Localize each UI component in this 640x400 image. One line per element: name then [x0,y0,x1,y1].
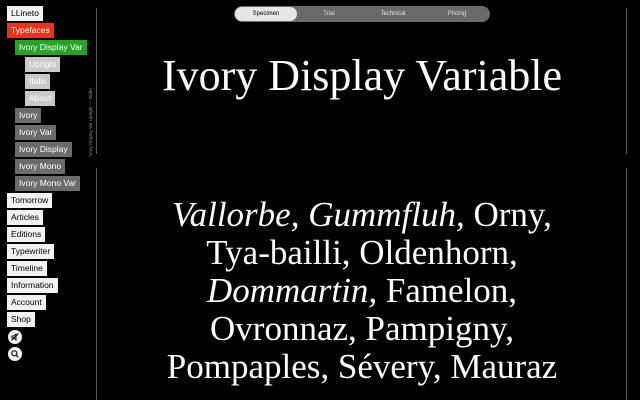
right-divider-bottom [626,168,627,400]
nav-item-editions[interactable]: Editions [7,227,46,242]
specimen-segment: Pompaples, Sévery, Mauraz [166,347,558,386]
specimen-segment: Dommartin, [206,271,378,310]
nav-item-llineto[interactable]: LLineto [7,6,43,21]
nav-item-timeline[interactable]: Timeline [7,261,47,276]
nav-item-ivory-var[interactable]: Ivory Var [15,125,57,140]
tab-pricing[interactable]: Pricing [426,6,488,22]
specimen-segment: Ovronnaz, Pampigny, [210,309,514,348]
tab-trial[interactable]: Trial [298,6,360,22]
specimen-segment: Orny, [464,195,552,234]
nav-item-ivory-mono[interactable]: Ivory Mono [15,159,66,174]
right-divider-top [626,8,627,154]
nav-item-ivory-display[interactable]: Ivory Display [15,142,72,157]
nav-item-information[interactable]: Information [7,278,58,293]
specimen-segment: Vallorbe, Gummfluh, [172,195,465,234]
nav-item-ivory-display-var[interactable]: Ivory Display Var [15,40,87,55]
nav-item-ivory-mono-var[interactable]: Ivory Mono Var [15,176,81,191]
nav-item-about[interactable]: About [25,91,56,106]
tab-bar: Specimen Trial Technical Pricing [234,6,490,22]
left-divider-bottom [96,168,97,400]
page-title: Ivory Display Variable [162,51,562,100]
nav-item-shop[interactable]: Shop [7,312,35,327]
specimen-segment: Tya-bailli, Oldenhorn, [206,233,518,272]
specimen-text: Vallorbe, Gummfluh, Orny, Tya-bailli, Old… [100,196,624,386]
search-icon[interactable] [8,347,22,361]
left-divider-top [96,8,97,154]
nav-item-ivory[interactable]: Ivory [15,108,42,123]
nav-item-articles[interactable]: Articles [7,210,43,225]
tab-specimen[interactable]: Specimen [235,7,297,21]
nav-item-tomorrow[interactable]: Tomorrow [7,193,53,208]
no-sound-icon[interactable] [8,330,22,344]
specimen-segment: Famelon, [377,271,518,310]
tab-technical[interactable]: Technical [362,6,424,22]
nav-item-account[interactable]: Account [7,295,46,310]
nav-item-upright[interactable]: Upright [25,57,61,72]
vertical-font-label: Ivory Display Var Upright — Slider [88,88,93,156]
nav-item-typewriter[interactable]: Typewriter [7,244,55,259]
nav-item-typefaces[interactable]: Typefaces [7,23,54,38]
nav-item-italic[interactable]: Italic [25,74,51,89]
